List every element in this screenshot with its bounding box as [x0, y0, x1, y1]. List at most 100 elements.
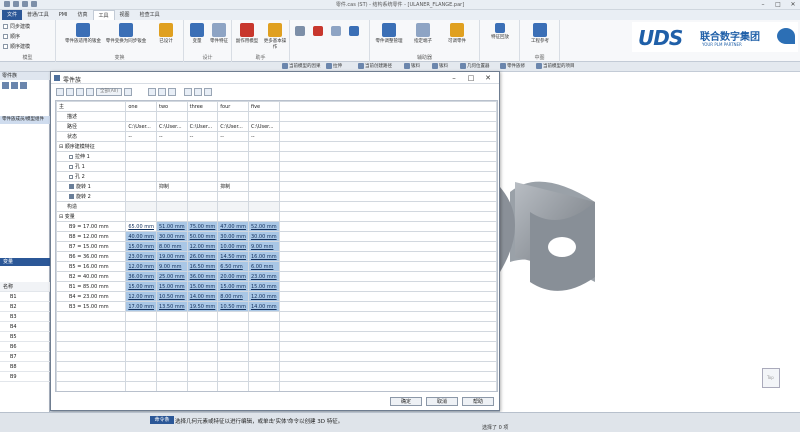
table-cell[interactable]: C:\User...	[247, 121, 280, 132]
table-cell[interactable]: 40.00 mm	[125, 231, 157, 242]
table-cell[interactable]: 14.00 mm	[186, 291, 219, 302]
open-icon[interactable]	[31, 1, 37, 7]
settings-icon[interactable]	[204, 88, 213, 96]
feature-checkbox-icon[interactable]	[69, 174, 73, 179]
table-cell[interactable]: 23.00 mm	[125, 251, 157, 262]
table-cell[interactable]	[125, 111, 157, 122]
cmd-item[interactable]: 当前模型的因果	[282, 63, 321, 69]
table-cell[interactable]: 47.00 mm	[217, 221, 249, 232]
close-button[interactable]: ✕	[786, 0, 800, 10]
table-cell[interactable]	[186, 181, 219, 192]
section-label[interactable]: ⊟ 变量	[56, 211, 127, 222]
table-cell[interactable]	[217, 161, 249, 172]
table-cell[interactable]	[125, 151, 157, 162]
sync-option[interactable]: 同步建模	[3, 23, 30, 30]
cmd-item[interactable]: 当前创建路径	[358, 63, 392, 69]
revolve-icon[interactable]	[69, 184, 74, 189]
table-cell[interactable]	[125, 161, 157, 172]
table-cell[interactable]	[247, 171, 280, 182]
side-effect-button[interactable]: 副作用模型	[234, 23, 260, 44]
table-cell[interactable]	[186, 171, 219, 182]
table-cell[interactable]: 15.00 mm	[125, 241, 157, 252]
tool-icon[interactable]	[349, 26, 359, 36]
table-cell[interactable]: 36.00 mm	[125, 271, 157, 282]
designed-button[interactable]: 已设计	[152, 23, 180, 44]
table-cell[interactable]: 36.00 mm	[186, 271, 219, 282]
column-two[interactable]: two	[155, 101, 188, 112]
delete-icon[interactable]	[76, 88, 84, 96]
cmd-item[interactable]: 钣料	[432, 63, 448, 69]
table-cell[interactable]: 12.00 mm	[125, 291, 157, 302]
import-icon[interactable]	[184, 88, 193, 96]
table-cell[interactable]	[217, 191, 249, 202]
table-cell[interactable]: 30.00 mm	[155, 231, 188, 242]
adjustable-part-button[interactable]: 可调零件	[442, 23, 472, 44]
minimize-button[interactable]: –	[756, 0, 770, 10]
revolve-icon[interactable]	[69, 194, 74, 199]
table-cell[interactable]: 75.00 mm	[186, 221, 219, 232]
tab-home[interactable]: 普通/工具	[22, 10, 54, 20]
table-cell[interactable]: 15.00 mm	[217, 281, 249, 292]
table-cell[interactable]: 9.00 mm	[247, 241, 280, 252]
list-item[interactable]: B3	[0, 312, 50, 322]
refresh-icon[interactable]	[158, 88, 167, 96]
table-cell[interactable]: 15.00 mm	[125, 281, 157, 292]
table-cell[interactable]: 抑制	[217, 181, 249, 192]
table-cell[interactable]: C:\User...	[125, 121, 157, 132]
table-cell[interactable]	[217, 111, 249, 122]
pane-tool-icon[interactable]	[20, 82, 27, 89]
feature-checkbox-icon[interactable]	[69, 164, 73, 169]
feature-checkbox-icon[interactable]	[69, 154, 73, 159]
tab-pmi[interactable]: PMI	[54, 10, 73, 20]
table-cell[interactable]: 25.00 mm	[155, 271, 188, 282]
table-cell[interactable]	[125, 181, 157, 192]
eng-reference-button[interactable]: 工程参考	[522, 23, 558, 44]
status-tag[interactable]: 命令条	[150, 416, 174, 424]
table-cell[interactable]	[186, 111, 219, 122]
cmd-item[interactable]: 几何位置器	[460, 63, 490, 69]
column-four[interactable]: four	[217, 101, 249, 112]
table-cell[interactable]	[217, 171, 249, 182]
table-cell[interactable]: 16.00 mm	[247, 251, 280, 262]
cmd-item[interactable]: 拉伸	[326, 63, 342, 69]
help-button[interactable]: 帮助	[462, 397, 494, 406]
copy-icon[interactable]	[86, 88, 94, 96]
tool-icon[interactable]	[295, 26, 305, 36]
table-cell[interactable]	[155, 191, 188, 202]
table-cell[interactable]: 8.00 mm	[155, 241, 188, 252]
table-cell[interactable]: 51.00 mm	[155, 221, 188, 232]
table-cell[interactable]	[247, 191, 280, 202]
list-item[interactable]: B8	[0, 362, 50, 372]
terminal-button[interactable]: 指定端子	[408, 23, 438, 44]
table-cell[interactable]: 14.50 mm	[217, 251, 249, 262]
tab-tools[interactable]: 工具	[92, 10, 115, 20]
table-cell[interactable]	[247, 161, 280, 172]
table-cell[interactable]: 6.00 mm	[247, 261, 280, 272]
cancel-button[interactable]: 取消	[426, 397, 458, 406]
list-item[interactable]: B6	[0, 342, 50, 352]
table-cell[interactable]: 16.50 mm	[186, 261, 219, 272]
new-icon[interactable]	[56, 88, 64, 96]
list-item[interactable]: B9	[0, 372, 50, 382]
cmd-item[interactable]: 钣料	[404, 63, 420, 69]
column-one[interactable]: one	[125, 101, 157, 112]
table-cell[interactable]: 50.00 mm	[186, 231, 219, 242]
tree-item[interactable]: 零件族成员/模型组件	[0, 116, 50, 124]
list-item[interactable]: B1	[0, 292, 50, 302]
table-cell[interactable]	[186, 151, 219, 162]
column-three[interactable]: three	[186, 101, 219, 112]
table-cell[interactable]: 20.00 mm	[217, 271, 249, 282]
table-cell[interactable]	[186, 161, 219, 172]
dropdown-icon[interactable]	[124, 88, 133, 96]
tool-icon[interactable]	[331, 26, 341, 36]
tab-view[interactable]: 视图	[115, 10, 135, 20]
convert-sync-button[interactable]: 零件变换为同步钣金	[104, 23, 148, 44]
filter-field[interactable]: 全部(All)	[96, 88, 123, 96]
table-cell[interactable]: --	[186, 131, 219, 142]
part-features-button[interactable]: 零件特征	[208, 23, 230, 44]
table-cell[interactable]: 19.00 mm	[155, 251, 188, 262]
list-item[interactable]: B4	[0, 322, 50, 332]
table-cell[interactable]	[217, 151, 249, 162]
table-cell[interactable]: 8.00 mm	[217, 291, 249, 302]
feature-replay-button[interactable]: 特征回放	[482, 23, 518, 40]
